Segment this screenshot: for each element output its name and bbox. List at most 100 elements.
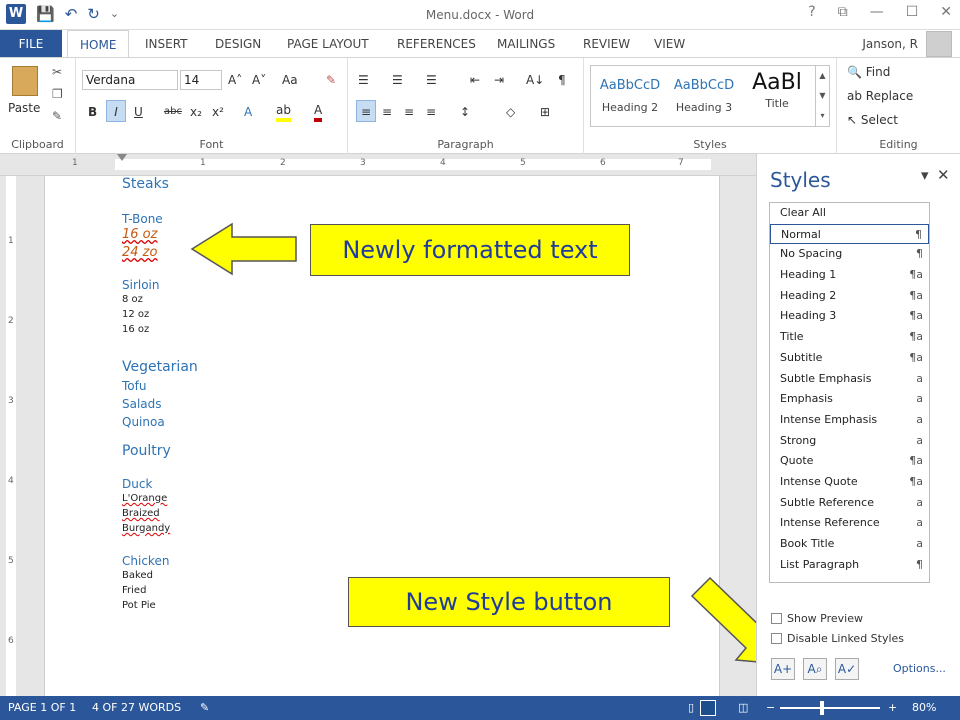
- style-item-clear-all[interactable]: Clear All: [770, 203, 929, 224]
- line-spacing-button[interactable]: ↕: [460, 104, 470, 120]
- change-case-button[interactable]: Aa: [282, 72, 298, 88]
- center-button[interactable]: ≡: [382, 104, 392, 120]
- style-item-intense-reference[interactable]: Intense Reference a: [770, 513, 929, 534]
- redo-icon[interactable]: ↻: [87, 4, 100, 24]
- tab-review[interactable]: REVIEW: [583, 30, 630, 58]
- select-button[interactable]: ↖ Select: [847, 112, 898, 128]
- decrease-indent-button[interactable]: ⇤: [470, 72, 480, 88]
- style-item-subtitle[interactable]: Subtitle ¶a: [770, 348, 929, 369]
- style-title[interactable]: AaBl Title: [743, 66, 811, 126]
- style-item-list-paragraph[interactable]: List Paragraph ¶: [770, 555, 929, 576]
- avatar[interactable]: [926, 31, 952, 57]
- gallery-scroll[interactable]: ▲ ▼ ▾: [815, 66, 829, 126]
- customize-qat-icon[interactable]: ⌄: [110, 4, 119, 24]
- undo-icon[interactable]: ↶: [65, 4, 78, 24]
- paste-button[interactable]: Paste: [8, 100, 40, 116]
- zoom-slider[interactable]: [780, 707, 880, 709]
- font-size-field[interactable]: 14: [180, 70, 222, 90]
- read-mode-icon[interactable]: ▯: [688, 696, 694, 720]
- style-item-title[interactable]: Title ¶a: [770, 327, 929, 348]
- ribbon-display-icon[interactable]: ⧉: [838, 4, 848, 20]
- style-item-intense-emphasis[interactable]: Intense Emphasis a: [770, 410, 929, 431]
- options-link[interactable]: Options...: [893, 662, 946, 675]
- tab-mailings[interactable]: MAILINGS: [497, 30, 555, 58]
- pane-options-icon[interactable]: ▾: [921, 166, 929, 184]
- style-item-intense-quote[interactable]: Intense Quote ¶a: [770, 472, 929, 493]
- highlight-button[interactable]: ab: [276, 102, 291, 122]
- user-name[interactable]: Janson, R: [862, 30, 918, 58]
- maximize-icon[interactable]: ☐: [906, 4, 919, 20]
- style-item-strong[interactable]: Strong a: [770, 431, 929, 452]
- vertical-ruler[interactable]: 1 2 3 4 5 6: [0, 176, 22, 696]
- web-layout-icon[interactable]: ◫: [738, 696, 748, 720]
- subscript-button[interactable]: x₂: [190, 104, 202, 120]
- new-style-button[interactable]: A+: [771, 658, 795, 680]
- shading-button[interactable]: ◇: [506, 104, 515, 120]
- zoom-level[interactable]: 80%: [912, 696, 936, 720]
- tab-home[interactable]: HOME: [67, 30, 130, 58]
- style-item-heading-3[interactable]: Heading 3 ¶a: [770, 306, 929, 327]
- help-icon[interactable]: ?: [808, 4, 815, 20]
- disable-linked-styles-checkbox[interactable]: Disable Linked Styles: [771, 632, 904, 645]
- zoom-out-icon[interactable]: −: [766, 696, 775, 720]
- borders-button[interactable]: ⊞: [540, 104, 550, 120]
- tab-page-layout[interactable]: PAGE LAYOUT: [287, 30, 369, 58]
- paste-icon[interactable]: [12, 66, 38, 96]
- cut-icon[interactable]: ✂: [52, 64, 62, 80]
- clear-formatting-icon[interactable]: ✎: [326, 72, 336, 88]
- proofing-icon[interactable]: ✎: [200, 696, 209, 720]
- close-icon[interactable]: ✕: [940, 4, 952, 20]
- indent-marker[interactable]: [117, 154, 127, 161]
- align-left-button[interactable]: ≡: [356, 100, 376, 122]
- manage-styles-button[interactable]: A✓: [835, 658, 859, 680]
- increase-indent-button[interactable]: ⇥: [494, 72, 504, 88]
- style-item-book-title[interactable]: Book Title a: [770, 534, 929, 555]
- replace-button[interactable]: ab Replace: [847, 88, 913, 104]
- superscript-button[interactable]: x²: [212, 104, 224, 120]
- sort-button[interactable]: A↓: [526, 72, 544, 88]
- zoom-in-icon[interactable]: +: [888, 696, 897, 720]
- horizontal-ruler[interactable]: 1 1 2 3 4 5 6 7: [0, 154, 756, 176]
- bold-button[interactable]: B: [88, 104, 97, 120]
- style-item-heading-2[interactable]: Heading 2 ¶a: [770, 286, 929, 307]
- copy-icon[interactable]: ❐: [52, 86, 63, 102]
- strikethrough-button[interactable]: abc: [164, 104, 182, 120]
- tab-design[interactable]: DESIGN: [215, 30, 261, 58]
- justify-button[interactable]: ≡: [426, 104, 436, 120]
- save-icon[interactable]: 💾: [36, 4, 55, 24]
- style-item-subtle-emphasis[interactable]: Subtle Emphasis a: [770, 369, 929, 390]
- italic-button[interactable]: I: [106, 100, 126, 122]
- show-formatting-button[interactable]: ¶: [558, 72, 566, 88]
- zoom-thumb[interactable]: [820, 701, 824, 715]
- find-button[interactable]: 🔍 Find: [847, 64, 890, 80]
- align-right-button[interactable]: ≡: [404, 104, 414, 120]
- show-preview-checkbox[interactable]: Show Preview: [771, 612, 863, 625]
- style-item-no-spacing[interactable]: No Spacing ¶: [770, 244, 929, 265]
- format-painter-icon[interactable]: ✎: [52, 108, 62, 124]
- style-item-emphasis[interactable]: Emphasis a: [770, 389, 929, 410]
- font-color-button[interactable]: A: [314, 102, 323, 122]
- bullets-button[interactable]: ☰: [358, 72, 369, 88]
- numbering-button[interactable]: ☰: [392, 72, 403, 88]
- text-effects-button[interactable]: A: [244, 104, 252, 120]
- style-heading-3[interactable]: AaBbCcD Heading 3: [669, 66, 739, 126]
- pane-close-icon[interactable]: ✕: [937, 166, 950, 184]
- grow-font-button[interactable]: A˄: [228, 72, 242, 88]
- style-item-subtle-reference[interactable]: Subtle Reference a: [770, 493, 929, 514]
- minimize-icon[interactable]: —: [870, 4, 884, 20]
- word-count[interactable]: 4 OF 27 WORDS: [92, 696, 181, 720]
- style-item-normal[interactable]: Normal ¶: [770, 223, 929, 245]
- document-content[interactable]: Steaks T-Bone 16 oz 24 zo Sirloin 8 oz 1…: [122, 176, 198, 613]
- style-inspector-button[interactable]: A⌕: [803, 658, 827, 680]
- print-layout-icon[interactable]: [700, 700, 716, 716]
- style-heading-2[interactable]: AaBbCcD Heading 2: [595, 66, 665, 126]
- tab-file[interactable]: FILE: [0, 30, 62, 58]
- page-count[interactable]: PAGE 1 OF 1: [8, 696, 76, 720]
- tab-references[interactable]: REFERENCES: [397, 30, 476, 58]
- style-item-heading-1[interactable]: Heading 1 ¶a: [770, 265, 929, 286]
- multilevel-list-button[interactable]: ☰: [426, 72, 437, 88]
- tab-insert[interactable]: INSERT: [145, 30, 188, 58]
- style-item-quote[interactable]: Quote ¶a: [770, 451, 929, 472]
- font-name-field[interactable]: Verdana: [82, 70, 178, 90]
- shrink-font-button[interactable]: A˅: [252, 72, 266, 88]
